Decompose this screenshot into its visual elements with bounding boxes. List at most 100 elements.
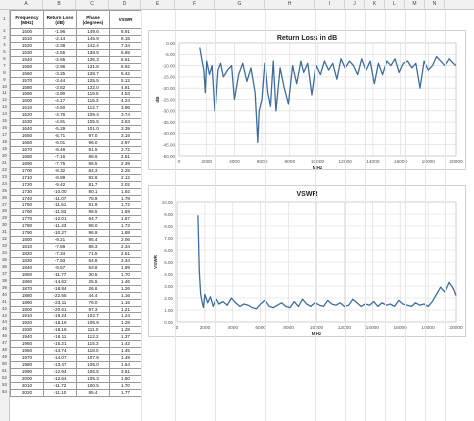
table-cell[interactable]: 1570	[10, 76, 44, 85]
table-cell[interactable]: 128.7	[76, 69, 110, 78]
table-cell[interactable]: -7.16	[43, 152, 77, 161]
table-cell[interactable]: -8.89	[43, 173, 77, 182]
row-number[interactable]: 44	[0, 319, 9, 324]
table-cell[interactable]: 135.3	[76, 55, 110, 64]
row-number[interactable]: 31	[0, 229, 9, 234]
table-cell[interactable]: -3.90	[43, 90, 77, 99]
table-cell[interactable]: 97.0	[76, 132, 110, 140]
table-cell[interactable]: -13.47	[43, 361, 77, 369]
table-cell[interactable]: 105.5	[76, 118, 110, 127]
table-cell[interactable]: -11.10	[43, 388, 77, 397]
table-cell[interactable]: 1680	[10, 152, 44, 161]
row-number[interactable]: 27	[0, 202, 9, 207]
table-cell[interactable]: 97.3	[76, 305, 110, 314]
table-cell[interactable]: -7.75	[43, 159, 77, 168]
row-number[interactable]: 22	[0, 167, 9, 172]
row-number[interactable]: 23	[0, 174, 9, 179]
table-cell[interactable]: 112.7	[76, 104, 110, 113]
table-cell[interactable]: -4.50	[43, 104, 77, 113]
table-cell[interactable]: 1.46	[109, 277, 142, 286]
table-cell[interactable]: 94.7	[76, 215, 110, 224]
table-cell[interactable]: 1550	[10, 62, 44, 71]
table-cell[interactable]: -5.29	[43, 125, 77, 134]
row-number[interactable]: 5	[0, 49, 9, 54]
row-number[interactable]: 47	[0, 340, 9, 345]
table-cell[interactable]: -19.24	[43, 312, 77, 321]
column-header-k[interactable]: K	[365, 0, 385, 9]
table-cell[interactable]: -14.62	[43, 277, 77, 286]
column-header-d[interactable]: D	[109, 0, 141, 9]
table-cell[interactable]: 5.92	[109, 62, 142, 71]
table-cell[interactable]: -4.17	[43, 97, 77, 106]
table-cell[interactable]: 1.24	[109, 312, 142, 321]
column-header-n[interactable]: N	[425, 0, 445, 9]
table-cell[interactable]: -11.77	[43, 270, 77, 279]
table-cell[interactable]: -7.34	[43, 250, 77, 258]
row-number[interactable]: 36	[0, 264, 9, 269]
table-cell[interactable]: 111.0	[76, 326, 110, 335]
table-header-cell[interactable]: Frequency (MHz)	[10, 10, 44, 29]
table-cell[interactable]: 81.9	[76, 201, 110, 210]
table-cell[interactable]: 115.3	[76, 97, 110, 106]
table-cell[interactable]: 112.2	[76, 333, 110, 342]
row-number[interactable]: 51	[0, 368, 9, 373]
table-cell[interactable]: -23.11	[43, 298, 77, 307]
row-number[interactable]: 49	[0, 354, 9, 359]
table-cell[interactable]: 1.16	[109, 291, 142, 300]
row-number[interactable]: 19	[0, 146, 9, 151]
table-cell[interactable]: -9.57	[43, 263, 77, 272]
row-number[interactable]: 38	[0, 278, 9, 283]
table-cell[interactable]: 149.6	[76, 28, 110, 36]
table-cell[interactable]: 1620	[10, 111, 44, 120]
table-cell[interactable]: 80.1	[76, 187, 110, 196]
table-cell[interactable]: 98.0	[76, 222, 110, 231]
table-cell[interactable]: 1580	[10, 83, 44, 92]
table-cell[interactable]: 26.6	[76, 284, 110, 293]
row-number[interactable]: 2	[0, 28, 9, 33]
table-cell[interactable]: 1980	[10, 361, 44, 369]
table-cell[interactable]: 1540	[10, 55, 44, 64]
row-number[interactable]: 39	[0, 285, 9, 290]
table-cell[interactable]: 1780	[10, 222, 44, 231]
table-cell[interactable]: 1930	[10, 326, 44, 335]
table-cell[interactable]: -7.86	[43, 243, 77, 251]
table-cell[interactable]: 95.4	[76, 236, 110, 245]
table-cell[interactable]: 64.8	[76, 256, 110, 265]
table-cell[interactable]: 1.45	[109, 347, 142, 356]
table-cell[interactable]: 25.5	[76, 277, 110, 286]
table-cell[interactable]: -3.44	[43, 76, 77, 85]
table-cell[interactable]: 2.06	[109, 236, 142, 245]
table-cell[interactable]: 1920	[10, 319, 44, 328]
table-cell[interactable]: -1.96	[43, 28, 77, 36]
table-cell[interactable]: 1670	[10, 145, 44, 154]
row-number[interactable]: 3	[0, 35, 9, 40]
table-cell[interactable]: -11.72	[43, 381, 77, 390]
table-cell[interactable]: 2.72	[109, 145, 142, 154]
table-cell[interactable]: 1640	[10, 125, 44, 134]
table-cell[interactable]: -12.64	[43, 374, 77, 383]
table-cell[interactable]: 125.5	[76, 76, 110, 85]
table-cell[interactable]: 131.8	[76, 62, 110, 71]
table-cell[interactable]: -9.21	[43, 236, 77, 245]
table-cell[interactable]: -18.16	[43, 319, 77, 328]
table-cell[interactable]: 1.49	[109, 354, 142, 362]
table-cell[interactable]: 7.34	[109, 41, 142, 50]
row-number[interactable]: 25	[0, 188, 9, 193]
row-number[interactable]: 16	[0, 125, 9, 130]
table-cell[interactable]: -6.49	[43, 145, 77, 154]
column-header-j[interactable]: J	[345, 0, 365, 9]
table-cell[interactable]: 1950	[10, 340, 44, 349]
table-cell[interactable]: 1720	[10, 180, 44, 189]
table-cell[interactable]: -6.01	[43, 139, 77, 147]
table-cell[interactable]: 1880	[10, 291, 44, 300]
table-header-cell[interactable]: Return Loss (dB)	[43, 10, 77, 29]
table-cell[interactable]: 105.3	[76, 374, 110, 383]
table-cell[interactable]: -11.51	[43, 201, 77, 210]
table-cell[interactable]: 1760	[10, 208, 44, 217]
row-number[interactable]: 20	[0, 153, 9, 158]
table-cell[interactable]: 6.61	[109, 55, 142, 64]
row-number[interactable]: 54	[0, 389, 9, 394]
table-cell[interactable]: 2000	[10, 374, 44, 383]
row-number[interactable]: 13	[0, 104, 9, 109]
table-cell[interactable]: 109.4	[76, 111, 110, 120]
